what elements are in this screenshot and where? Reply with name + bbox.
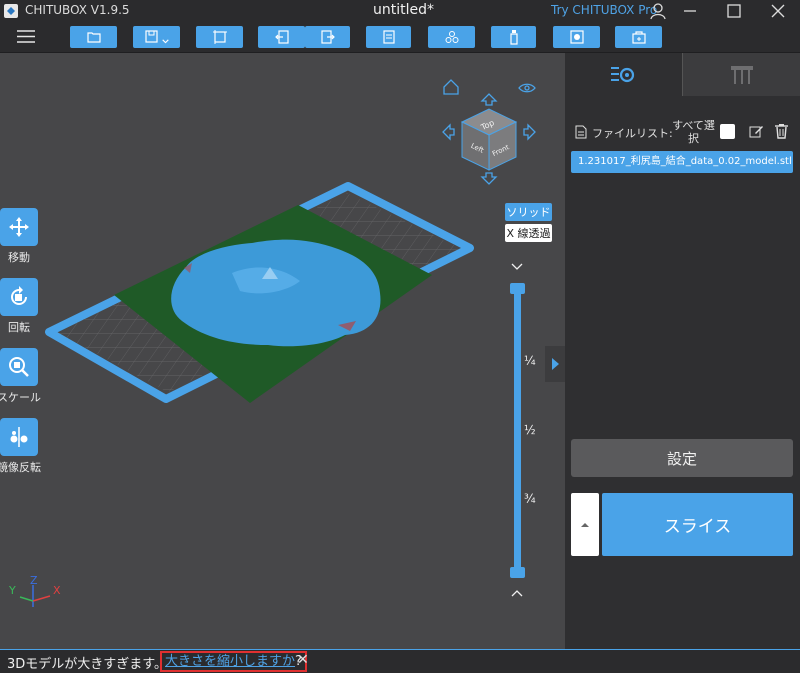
scale-icon bbox=[9, 357, 29, 377]
open-folder-icon bbox=[86, 32, 101, 43]
save-icon bbox=[144, 30, 158, 43]
slider-collapse-chevron-icon[interactable] bbox=[511, 263, 523, 270]
slice-button[interactable]: スライス bbox=[602, 493, 793, 556]
file-list-item[interactable]: 1.231017_利尻島_結合_data_0.02_model.stl #0 bbox=[571, 151, 793, 173]
x-axis-line bbox=[32, 595, 51, 602]
scale-tool-button[interactable] bbox=[0, 348, 38, 386]
mirror-icon bbox=[10, 427, 28, 447]
title-bar: CHITUBOX V1.9.5 untitled* Try CHITUBOX P… bbox=[0, 0, 800, 22]
panel-tabs bbox=[565, 53, 800, 96]
mirror-tool-button[interactable] bbox=[0, 418, 38, 456]
rotate-tool[interactable]: 回転 bbox=[0, 278, 38, 335]
import-icon bbox=[274, 30, 289, 44]
chitubox-window: CHITUBOX V1.9.5 untitled* Try CHITUBOX P… bbox=[0, 0, 800, 673]
slider-three-quarter-label: ¾ bbox=[524, 492, 536, 506]
axis-z-label: Z bbox=[30, 574, 38, 587]
scale-tool-label: スケール bbox=[0, 391, 41, 404]
trash-icon[interactable] bbox=[774, 123, 789, 139]
support-button[interactable] bbox=[615, 26, 662, 48]
mirror-tool-label: 鏡像反転 bbox=[0, 461, 41, 474]
crop-icon bbox=[212, 30, 227, 44]
layers-button[interactable] bbox=[428, 26, 475, 48]
view-cube bbox=[460, 108, 518, 171]
file-list-label: ファイルリスト: bbox=[592, 127, 673, 140]
layer-slider-track[interactable] bbox=[514, 286, 521, 572]
hollow-icon bbox=[569, 30, 584, 44]
axis-x-label: X bbox=[53, 584, 61, 597]
y-axis-line bbox=[19, 596, 34, 602]
tab-supports[interactable] bbox=[683, 53, 800, 96]
rotate-tool-label: 回転 bbox=[8, 321, 30, 334]
move-tool-label: 移動 bbox=[8, 251, 30, 264]
layer-slider-top-thumb[interactable] bbox=[510, 283, 525, 294]
app-name: CHITUBOX V1.9.5 bbox=[25, 3, 130, 17]
bottle-button[interactable] bbox=[491, 26, 536, 48]
menu-icon[interactable] bbox=[17, 29, 35, 44]
chevron-down-icon bbox=[161, 38, 169, 43]
slider-half-label: ½ bbox=[524, 423, 536, 437]
solid-view-button[interactable]: ソリッド bbox=[505, 203, 552, 221]
edit-icon[interactable] bbox=[749, 124, 764, 139]
move-icon bbox=[9, 217, 29, 237]
file-info-button[interactable] bbox=[366, 26, 411, 48]
bottle-icon bbox=[509, 30, 518, 45]
try-pro-link[interactable]: Try CHITUBOX Pro bbox=[551, 3, 657, 17]
rotate-tool-button[interactable] bbox=[0, 278, 38, 316]
slider-quarter-label: ¼ bbox=[524, 354, 536, 368]
rotate-down-arrow-icon[interactable] bbox=[480, 172, 498, 185]
tab-model-settings[interactable] bbox=[565, 53, 683, 96]
toolbar bbox=[0, 22, 800, 53]
mirror-tool[interactable]: 鏡像反転 bbox=[0, 418, 41, 475]
chitubox-logo-icon bbox=[4, 4, 18, 18]
status-bar: 3Dモデルが大きすぎます。 大きさを縮小しますか? ✕ bbox=[0, 649, 800, 673]
settings-button[interactable]: 設定 bbox=[571, 439, 793, 477]
home-view-icon[interactable] bbox=[443, 79, 459, 95]
3d-viewport[interactable]: Top Left Front Z X Y 移動 回転 スケール 鏡像反転 ソリッ… bbox=[0, 53, 565, 649]
scale-down-link[interactable]: 大きさを縮小しますか? bbox=[160, 651, 307, 672]
status-message: 3Dモデルが大きすぎます。 bbox=[7, 657, 167, 672]
scale-down-link-text[interactable]: 大きさを縮小しますか bbox=[165, 654, 295, 669]
open-file-button[interactable] bbox=[70, 26, 117, 48]
document-title: untitled* bbox=[373, 2, 435, 18]
xray-view-button[interactable]: X 線透過 bbox=[505, 224, 552, 242]
select-all-label: すべて選択 bbox=[672, 119, 715, 145]
slider-expand-chevron-icon[interactable] bbox=[511, 590, 523, 597]
minimize-icon[interactable] bbox=[679, 1, 701, 21]
support-icon bbox=[631, 31, 646, 44]
rotate-up-arrow-icon[interactable] bbox=[480, 93, 498, 106]
export-icon bbox=[320, 30, 335, 44]
right-panel: ファイルリスト: すべて選択 1.231017_利尻島_結合_data_0.02… bbox=[565, 53, 800, 649]
caret-up-icon bbox=[581, 522, 589, 527]
slice-options-toggle[interactable] bbox=[571, 493, 599, 556]
maximize-icon[interactable] bbox=[723, 1, 745, 21]
move-tool[interactable]: 移動 bbox=[0, 208, 38, 265]
play-right-icon bbox=[552, 358, 559, 370]
list-gear-icon bbox=[611, 67, 635, 83]
rotate-icon bbox=[11, 286, 27, 305]
status-close-icon[interactable]: ✕ bbox=[297, 652, 309, 668]
layers-icon bbox=[445, 31, 458, 43]
export-button[interactable] bbox=[305, 26, 350, 48]
support-structure-icon bbox=[731, 66, 753, 84]
scale-tool[interactable]: スケール bbox=[0, 348, 41, 405]
layer-slider-bottom-thumb[interactable] bbox=[510, 567, 525, 578]
build-scene[interactable]: Top Left Front Z X Y bbox=[0, 53, 565, 649]
move-tool-button[interactable] bbox=[0, 208, 38, 246]
panel-collapse-tab[interactable] bbox=[545, 346, 565, 382]
select-all-checkbox[interactable] bbox=[720, 124, 735, 139]
file-icon bbox=[382, 30, 395, 44]
crop-button[interactable] bbox=[196, 26, 243, 48]
close-icon[interactable] bbox=[767, 1, 789, 21]
hollow-button[interactable] bbox=[553, 26, 600, 48]
rotate-left-arrow-icon[interactable] bbox=[442, 123, 455, 141]
save-button[interactable] bbox=[133, 26, 180, 48]
user-icon[interactable] bbox=[647, 1, 669, 21]
axis-y-label: Y bbox=[8, 584, 16, 597]
import-button[interactable] bbox=[258, 26, 305, 48]
rotate-right-arrow-icon[interactable] bbox=[523, 123, 536, 141]
eye-icon[interactable] bbox=[518, 83, 536, 93]
document-icon bbox=[575, 125, 587, 139]
file-list-header: ファイルリスト: すべて選択 bbox=[575, 119, 795, 145]
